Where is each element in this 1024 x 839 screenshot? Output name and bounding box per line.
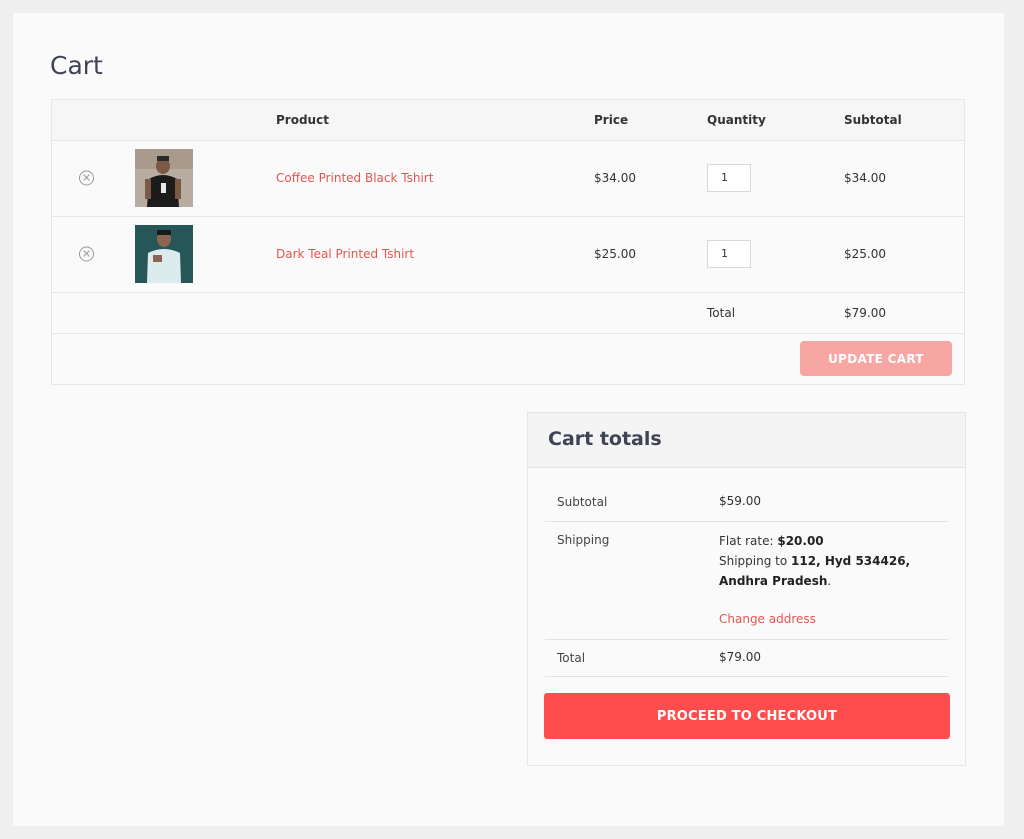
totals-subtotal-label: Subtotal [557,495,608,509]
table-actions-row: UPDATE CART [52,333,964,385]
cart-totals-panel: Cart totals Subtotal $59.00 Shipping Fla… [527,412,966,766]
product-link[interactable]: Dark Teal Printed Tshirt [276,247,414,261]
shipping-destination-line2: Andhra Pradesh. [719,574,832,588]
totals-shipping-label: Shipping [557,533,610,547]
totals-subtotal-value: $59.00 [719,494,761,508]
quantity-input[interactable]: 1 [707,240,751,268]
totals-total-value: $79.00 [719,650,761,664]
product-price: $25.00 [594,247,636,261]
cart-totals-title: Cart totals [548,428,662,450]
page-title: Cart [50,51,103,80]
shipping-to-label: Shipping to [719,554,792,568]
table-row: ✕ Coffee Printed Black Tshirt $34.00 1 $… [52,140,964,217]
totals-subtotal-row: Subtotal $59.00 [545,483,948,522]
totals-shipping-row: Shipping Flat rate: $20.00 Shipping to 1… [545,521,948,640]
shipping-address-line1: 112, Hyd 534426, [791,554,911,568]
table-header-row: Product Price Quantity Subtotal [52,100,964,141]
totals-total-label: Total [557,651,586,665]
change-address-link[interactable]: Change address [719,612,816,626]
cart-page: Cart Product Price Quantity Subtotal ✕ C… [13,13,1004,826]
product-link[interactable]: Coffee Printed Black Tshirt [276,171,433,185]
shipping-rate-value: $20.00 [777,534,824,548]
shipping-rate: Flat rate: $20.00 [719,531,939,551]
product-subtotal: $25.00 [844,247,886,261]
totals-total-row: Total $79.00 [545,639,948,677]
product-thumbnail[interactable] [135,149,193,207]
header-product: Product [276,113,329,127]
header-quantity: Quantity [707,113,766,127]
proceed-to-checkout-button[interactable]: PROCEED TO CHECKOUT [544,693,950,739]
table-row: ✕ Dark Teal Printed Tshirt $25.00 1 $25.… [52,216,964,293]
shipping-rate-label: Flat rate: [719,534,778,548]
shipping-details: Flat rate: $20.00 Shipping to 112, Hyd 5… [719,531,939,629]
table-total-value: $79.00 [844,305,886,320]
table-total-row: Total $79.00 [52,292,964,334]
shipping-destination: Shipping to 112, Hyd 534426, [719,551,939,571]
product-thumbnail[interactable] [135,225,193,283]
header-price: Price [594,113,629,127]
update-cart-button[interactable]: UPDATE CART [800,341,952,376]
change-address-wrap: Change address [719,609,939,629]
close-circle-icon[interactable]: ✕ [79,246,94,262]
cart-table: Product Price Quantity Subtotal ✕ Coffee… [51,99,965,385]
shipping-address-line2: Andhra Pradesh [719,574,828,588]
close-circle-icon[interactable]: ✕ [79,170,94,186]
product-price: $34.00 [594,171,636,185]
product-subtotal: $34.00 [844,171,886,185]
cart-totals-header: Cart totals [528,413,965,468]
header-subtotal: Subtotal [844,113,902,127]
quantity-input[interactable]: 1 [707,164,751,192]
table-total-label: Total [707,305,736,320]
